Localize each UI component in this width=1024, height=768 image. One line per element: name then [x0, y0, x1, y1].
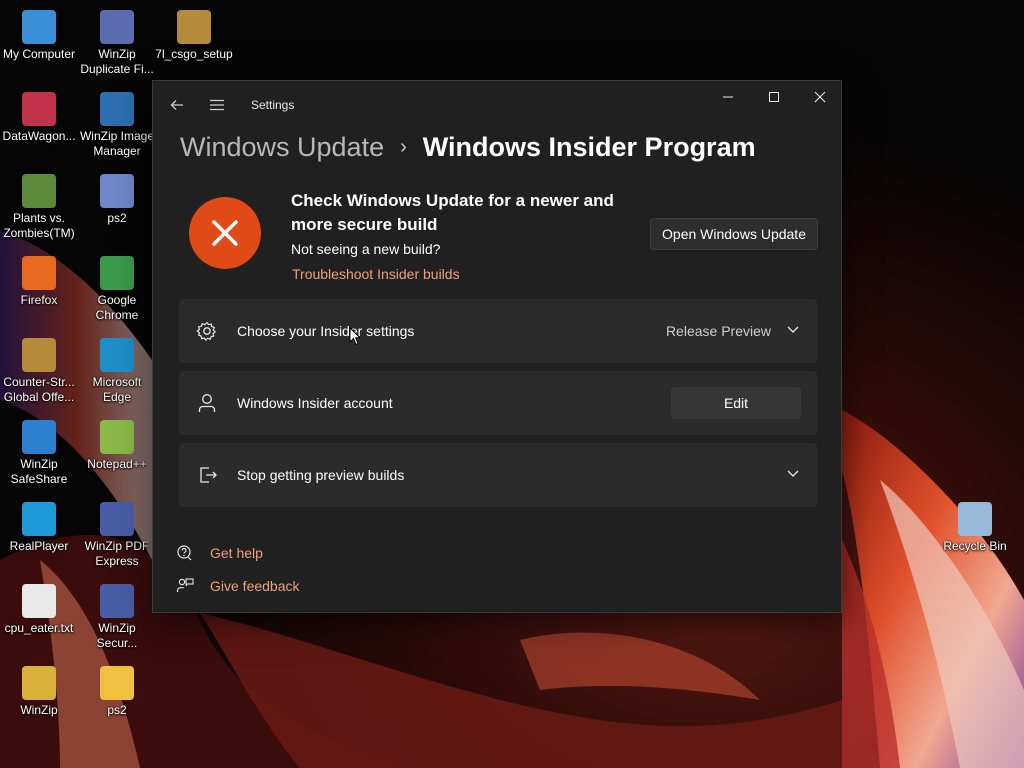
- desktop-icon[interactable]: Firefox: [0, 252, 78, 308]
- desktop-icon[interactable]: Microsoft Edge: [78, 334, 156, 405]
- counter-strike-icon: [22, 338, 56, 372]
- datawagon-icon: [22, 92, 56, 126]
- breadcrumb: Windows Update › Windows Insider Program: [180, 129, 756, 165]
- edge-icon: [100, 338, 134, 372]
- desktop-icon-label: Recycle Bin: [943, 539, 1007, 553]
- desktop-icon[interactable]: ps2: [78, 662, 156, 718]
- desktop-icon[interactable]: My Computer: [0, 6, 78, 62]
- csgo-setup-icon: [177, 10, 211, 44]
- gear-icon: [195, 319, 219, 343]
- winzip-duplicate-icon: [100, 10, 134, 44]
- desktop-icon[interactable]: Counter-Str... Global Offe...: [0, 334, 78, 405]
- desktop-icon[interactable]: WinZip Duplicate Fi...: [78, 6, 156, 77]
- desktop-icon-label: WinZip SafeShare: [10, 457, 68, 486]
- desktop-icon[interactable]: 7l_csgo_setup: [155, 6, 233, 62]
- error-x-icon: [189, 197, 261, 269]
- desktop-icon-label: Microsoft Edge: [92, 375, 142, 404]
- desktop-icon-label: Plants vs. Zombies(TM): [3, 211, 75, 240]
- chevron-down-icon[interactable]: [785, 321, 801, 337]
- desktop-icon[interactable]: WinZip SafeShare: [0, 416, 78, 487]
- insider-account-label: Windows Insider account: [237, 395, 393, 411]
- desktop-icon-label: Notepad++: [87, 457, 147, 471]
- chevron-down-icon[interactable]: [785, 465, 801, 481]
- insider-account-card: Windows Insider account Edit: [179, 371, 817, 435]
- feedback-icon: [175, 576, 195, 596]
- breadcrumb-separator-icon: ›: [400, 135, 407, 158]
- back-arrow-icon[interactable]: [163, 91, 191, 119]
- desktop-icon-label: RealPlayer: [9, 539, 69, 553]
- get-help-link[interactable]: Get help: [210, 545, 263, 561]
- winzip-safeshare-icon: [22, 420, 56, 454]
- give-feedback-link[interactable]: Give feedback: [210, 578, 300, 594]
- desktop-icon-label: WinZip Secur...: [96, 621, 138, 650]
- desktop-icon-label: Firefox: [20, 293, 58, 307]
- desktop-icon[interactable]: WinZip Image Manager: [78, 88, 156, 159]
- breadcrumb-parent-link[interactable]: Windows Update: [180, 132, 384, 163]
- desktop-icon-label: 7l_csgo_setup: [155, 47, 233, 61]
- desktop-icon-label: WinZip: [20, 703, 58, 717]
- desktop-icon[interactable]: RealPlayer: [0, 498, 78, 554]
- page-title: Windows Insider Program: [422, 131, 756, 162]
- desktop-icon[interactable]: Notepad++: [78, 416, 156, 472]
- desktop-icon[interactable]: cpu_eater.txt: [0, 580, 78, 636]
- text-file-icon: [22, 584, 56, 618]
- desktop-icon-label: cpu_eater.txt: [4, 621, 74, 635]
- insider-settings-card[interactable]: Choose your Insider settings Release Pre…: [179, 299, 817, 363]
- desktop-icon-label: WinZip Image Manager: [79, 129, 155, 158]
- monitor-icon: [22, 10, 56, 44]
- desktop-icon-label: WinZip Duplicate Fi...: [80, 47, 154, 76]
- title-bar: Settings: [153, 81, 841, 129]
- troubleshoot-link[interactable]: Troubleshoot Insider builds: [292, 266, 460, 282]
- chrome-icon: [100, 256, 134, 290]
- winzip-image-icon: [100, 92, 134, 126]
- insider-channel-value: Release Preview: [665, 323, 771, 339]
- help-chat-icon: [175, 543, 195, 563]
- minimize-button[interactable]: [705, 81, 751, 113]
- desktop-icon-label: DataWagon...: [2, 129, 76, 143]
- stop-preview-builds-card[interactable]: Stop getting preview builds: [179, 443, 817, 507]
- desktop-icon[interactable]: DataWagon...: [0, 88, 78, 144]
- maximize-button[interactable]: [751, 81, 797, 113]
- edit-account-button[interactable]: Edit: [671, 387, 801, 419]
- warning-heading: Check Windows Update for a newer and mor…: [291, 191, 614, 234]
- firefox-icon: [22, 256, 56, 290]
- get-help-row[interactable]: Get help: [175, 543, 263, 563]
- winzip-secure-icon: [100, 584, 134, 618]
- desktop-icon[interactable]: WinZip PDF Express: [78, 498, 156, 569]
- desktop-icon[interactable]: Recycle Bin: [936, 498, 1014, 554]
- settings-window: Settings Windows Update › Windows Inside…: [152, 80, 842, 613]
- ps2-icon: [100, 174, 134, 208]
- mouse-pointer-icon: [349, 326, 362, 351]
- window-title: Settings: [251, 98, 295, 112]
- desktop-icon-label: ps2: [107, 703, 127, 717]
- desktop-icon[interactable]: Plants vs. Zombies(TM): [0, 170, 78, 241]
- recycle-bin-icon: [958, 502, 992, 536]
- insider-settings-label: Choose your Insider settings: [237, 323, 415, 339]
- close-button[interactable]: [797, 81, 843, 113]
- desktop-icon-label: ps2: [107, 211, 127, 225]
- desktop-icon-label: Google Chrome: [95, 293, 139, 322]
- exit-door-icon: [195, 463, 219, 487]
- warning-subtext: Not seeing a new build?: [291, 241, 441, 257]
- desktop-icon[interactable]: WinZip: [0, 662, 78, 718]
- desktop-icon[interactable]: ps2: [78, 170, 156, 226]
- plants-vs-zombies-icon: [22, 174, 56, 208]
- desktop-icon[interactable]: WinZip Secur...: [78, 580, 156, 651]
- desktop-icon-label: My Computer: [2, 47, 76, 61]
- desktop-icon-label: Counter-Str... Global Offe...: [3, 375, 75, 404]
- desktop-icon-label: WinZip PDF Express: [84, 539, 150, 568]
- winzip-pdf-icon: [100, 502, 134, 536]
- folder-icon: [100, 666, 134, 700]
- desktop-icon[interactable]: Google Chrome: [78, 252, 156, 323]
- realplayer-icon: [22, 502, 56, 536]
- give-feedback-row[interactable]: Give feedback: [175, 576, 300, 596]
- stop-preview-builds-label: Stop getting preview builds: [237, 467, 405, 483]
- hamburger-menu-icon[interactable]: [203, 91, 231, 119]
- person-icon: [195, 391, 219, 415]
- notepad-plus-icon: [100, 420, 134, 454]
- winzip-icon: [22, 666, 56, 700]
- open-windows-update-button[interactable]: Open Windows Update: [650, 218, 818, 250]
